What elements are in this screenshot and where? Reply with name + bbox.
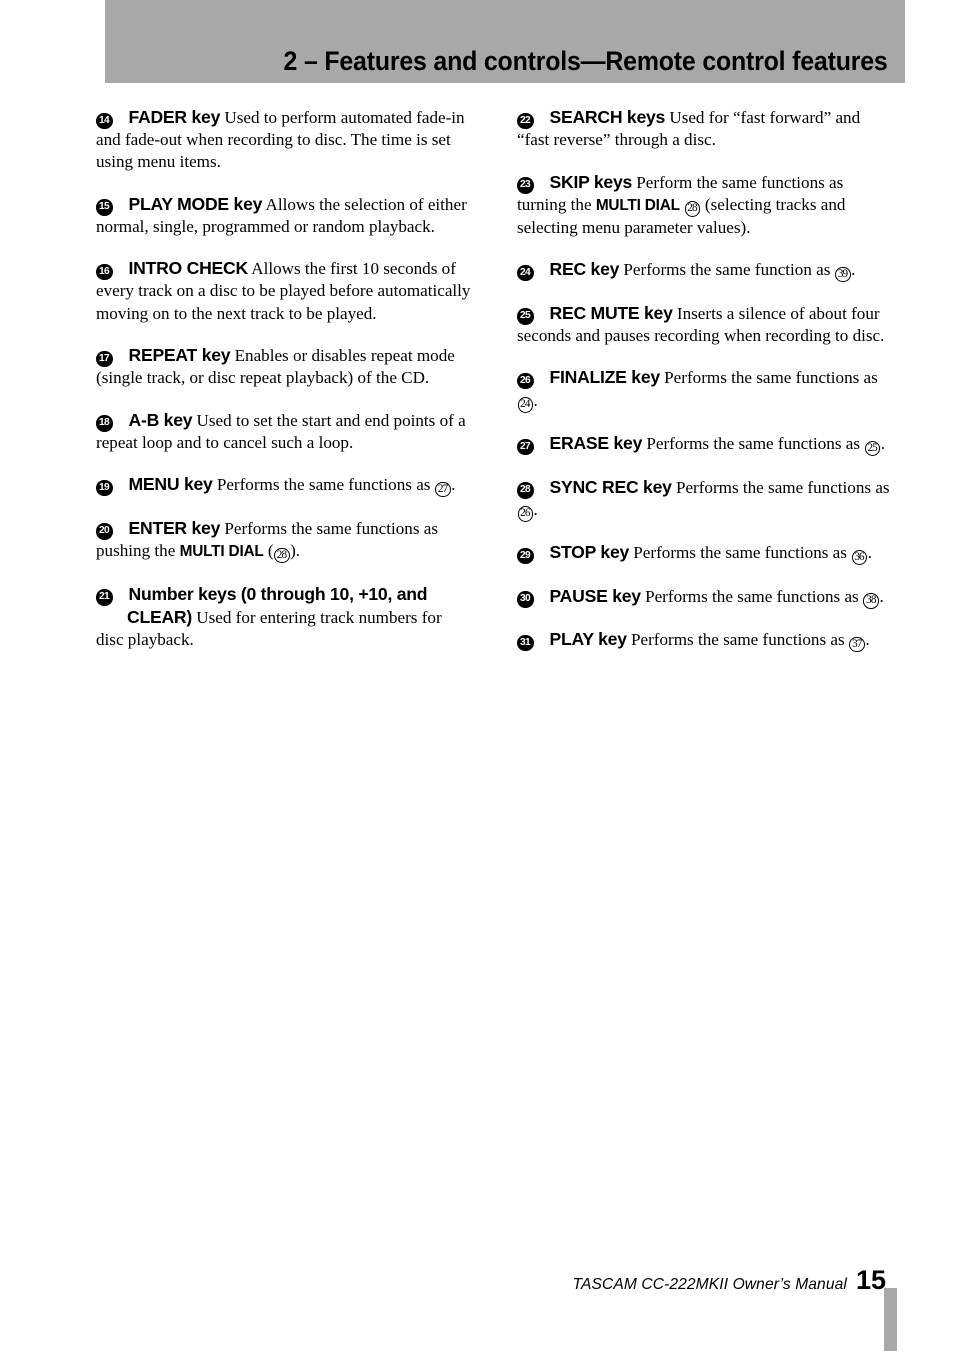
- item-marker-23: 23: [517, 177, 534, 194]
- list-item: 17 REPEAT key Enables or disables repeat …: [96, 344, 471, 389]
- item-marker-17: 17: [96, 350, 113, 368]
- item-description: Performs the same functions as: [212, 475, 435, 495]
- item-description-tail: .: [867, 543, 872, 563]
- key-name-search: SEARCH keys: [549, 107, 666, 127]
- item-description-tail: .: [879, 586, 884, 606]
- list-item: 18 A-B key Used to set the start and end …: [96, 409, 471, 454]
- list-item: 28 SYNC REC key Performs the same functio…: [517, 476, 892, 522]
- key-name-repeat: REPEAT key: [128, 345, 231, 366]
- list-item: 27 ERASE key Performs the same functions …: [517, 432, 892, 457]
- key-name-number-keys-line2: CLEAR): [127, 606, 192, 627]
- page-title: 2 – Features and controls—Remote control…: [283, 46, 888, 76]
- item-marker-18: 18: [96, 415, 113, 432]
- key-name-pause: PAUSE key: [549, 585, 642, 606]
- item-marker-28: 28: [517, 482, 534, 499]
- item-marker-26: 26: [517, 372, 534, 390]
- edge-tab-marker: [884, 1288, 897, 1351]
- cross-reference-28: 28: [274, 547, 290, 564]
- key-name-rec-mute: REC MUTE key: [549, 302, 673, 323]
- key-name-play-mode: PLAY MODE key: [128, 193, 263, 214]
- item-description: Performs the same functions as: [671, 477, 890, 497]
- footer-manual-title: TASCAM CC-222MKII Owner’s Manual: [572, 1276, 847, 1293]
- key-name-menu: MENU key: [128, 474, 213, 495]
- item-description-tail: .: [851, 260, 856, 280]
- item-marker-22: 22: [517, 112, 534, 129]
- page-number: 15: [855, 1265, 886, 1295]
- item-description: Performs the same functions as: [626, 630, 849, 650]
- item-marker-31: 31: [517, 634, 534, 652]
- item-marker-30: 30: [517, 591, 534, 608]
- list-item: 15 PLAY MODE key Allows the selection of …: [96, 193, 471, 238]
- list-item: 29 STOP key Performs the same functions a…: [517, 541, 892, 566]
- list-item: 30 PAUSE key Performs the same functions …: [517, 585, 892, 609]
- page-header-band: 2 – Features and controls—Remote control…: [105, 0, 905, 83]
- item-marker-15: 15: [96, 199, 113, 216]
- list-item: 23 SKIP keys Perform the same functions a…: [517, 171, 892, 239]
- cross-reference-37: 37: [849, 636, 865, 653]
- item-marker-24: 24: [517, 264, 534, 282]
- cross-reference-24: 24: [517, 397, 533, 413]
- item-marker-27: 27: [517, 438, 534, 456]
- item-description-tail: .: [880, 434, 886, 454]
- key-name-sync-rec: SYNC REC key: [549, 476, 672, 497]
- item-description-mid: [680, 195, 684, 214]
- list-item: 31 PLAY key Performs the same functions a…: [517, 628, 892, 653]
- cross-reference-25: 25: [864, 440, 881, 457]
- item-description-tail: .: [451, 475, 456, 495]
- list-item: 16 INTRO CHECK Allows the first 10 second…: [96, 257, 471, 324]
- list-item: 14 FADER key Used to perform automated fa…: [96, 106, 471, 173]
- item-description: Performs the same functions as: [640, 586, 863, 606]
- footer-inner: TASCAM CC-222MKII Owner’s Manual 15: [573, 1265, 887, 1296]
- inline-bold-multi-dial: MULTI DIAL: [595, 196, 680, 214]
- key-name-skip: SKIP keys: [549, 171, 633, 192]
- item-description-mid: (: [263, 541, 274, 561]
- item-marker-29: 29: [517, 547, 534, 565]
- cross-reference-39: 39: [835, 266, 851, 283]
- cross-reference-38: 38: [863, 593, 879, 609]
- item-marker-20: 20: [96, 523, 113, 540]
- cross-reference-36: 36: [851, 549, 868, 566]
- item-description: Performs the same functions as: [659, 368, 878, 388]
- left-column: 14 FADER key Used to perform automated fa…: [96, 106, 471, 651]
- key-name-fader: FADER key: [128, 107, 221, 127]
- key-name-rec: REC key: [549, 259, 620, 280]
- key-name-finalize: FINALIZE key: [549, 367, 661, 388]
- key-name-a-b: A-B key: [128, 409, 193, 430]
- list-item: 24 REC key Performs the same function as …: [517, 258, 892, 283]
- item-description-tail: .: [533, 390, 538, 410]
- page-footer: TASCAM CC-222MKII Owner’s Manual 15: [0, 1265, 954, 1315]
- key-name-erase: ERASE key: [549, 433, 643, 454]
- item-description-tail: .: [865, 630, 870, 650]
- item-marker-19: 19: [96, 479, 113, 497]
- item-description: Performs the same functions as: [629, 543, 852, 563]
- item-description: Performs the same functions as: [642, 434, 865, 454]
- item-marker-16: 16: [96, 263, 113, 281]
- list-item: 19 MENU key Performs the same functions a…: [96, 473, 471, 498]
- item-marker-21: 21: [96, 589, 113, 606]
- list-item: 21 Number keys (0 through 10, +10, and CLE…: [96, 583, 471, 651]
- cross-reference-27: 27: [435, 481, 451, 498]
- key-name-stop: STOP key: [549, 542, 630, 563]
- item-marker-25: 25: [517, 308, 534, 325]
- cross-reference-28: 28: [684, 201, 701, 217]
- list-item: 22 SEARCH keys Used for “fast forward” an…: [517, 106, 892, 151]
- cross-reference-26: 26: [517, 506, 533, 522]
- key-name-play: PLAY key: [549, 629, 627, 650]
- list-item: 26 FINALIZE key Performs the same functio…: [517, 366, 892, 413]
- item-description-tail: ).: [290, 541, 301, 561]
- inline-bold-multi-dial: MULTI DIAL: [179, 543, 264, 561]
- list-item: 25 REC MUTE key Inserts a silence of abou…: [517, 302, 892, 347]
- key-name-number-keys-line1: Number keys (0 through 10, +10, and: [128, 583, 428, 604]
- list-item: 20 ENTER key Performs the same functions …: [96, 517, 471, 564]
- key-name-enter: ENTER key: [128, 517, 221, 538]
- item-marker-14: 14: [96, 112, 113, 129]
- item-description: Performs the same function as: [619, 260, 835, 280]
- key-name-intro-check: INTRO CHECK: [128, 258, 249, 279]
- right-column: 22 SEARCH keys Used for “fast forward” an…: [517, 106, 892, 653]
- item-description-tail: .: [533, 499, 538, 519]
